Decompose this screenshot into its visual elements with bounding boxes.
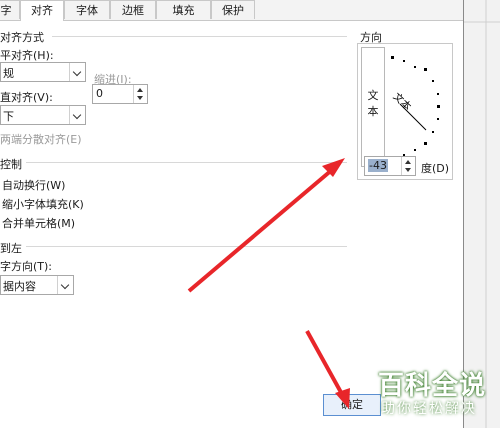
rtl-group-divider: [26, 246, 347, 247]
spin-buttons[interactable]: [133, 85, 147, 103]
vertical-align-select[interactable]: 下: [0, 105, 86, 125]
watermark-subtitle: 助你轻松解决: [381, 401, 477, 417]
vertical-align-value: 下: [3, 110, 14, 123]
spin-down-icon[interactable]: [405, 168, 411, 172]
indent-stepper[interactable]: 0: [92, 84, 148, 104]
tab-bar: 字 对齐 字体 边框 填充 保护: [0, 0, 463, 21]
vertical-align-label: 直对齐(V):: [0, 91, 53, 104]
justify-distributed-checkbox[interactable]: 两端分散对齐(E): [0, 131, 82, 147]
text-control-group-title: 控制: [0, 158, 22, 171]
degree-value: -43: [368, 159, 388, 172]
spin-buttons[interactable]: [401, 157, 415, 175]
dial-dot: [432, 131, 434, 133]
degree-label: 度(D): [421, 162, 450, 175]
watermark-title: 百科全说: [378, 371, 487, 401]
dial-dot: [424, 68, 427, 71]
dial-dot: [437, 118, 439, 120]
orientation-dial[interactable]: 文本: [386, 46, 448, 168]
dial-dot: [414, 66, 416, 68]
rtl-group-title: 到左: [0, 242, 22, 255]
alignment-group-title: 对齐方式: [0, 31, 44, 44]
tab-fill[interactable]: 填充: [156, 0, 211, 19]
chevron-down-icon[interactable]: [69, 106, 85, 124]
text-direction-select[interactable]: 据内容: [0, 275, 74, 295]
spin-up-icon[interactable]: [137, 88, 143, 92]
dial-dot: [403, 60, 405, 62]
tab-number[interactable]: 字: [0, 0, 20, 19]
ok-button[interactable]: 确定: [323, 394, 381, 416]
text-direction-label: 字方向(T):: [0, 260, 53, 273]
vertical-text-label: 文本: [367, 89, 379, 118]
horizontal-align-value: 规: [3, 67, 14, 80]
spin-up-icon[interactable]: [405, 160, 411, 164]
dial-dot: [424, 142, 427, 145]
tab-border[interactable]: 边框: [110, 0, 156, 19]
spin-down-icon[interactable]: [137, 96, 143, 100]
tab-alignment[interactable]: 对齐: [20, 0, 64, 21]
chevron-down-icon[interactable]: [57, 276, 73, 294]
tab-font[interactable]: 字体: [64, 0, 110, 19]
degree-stepper[interactable]: -43: [364, 156, 416, 176]
dial-dot: [391, 56, 394, 59]
tab-protection[interactable]: 保护: [211, 0, 255, 19]
chevron-down-icon[interactable]: [69, 63, 85, 81]
indent-value: 0: [96, 87, 103, 100]
wrap-text-checkbox[interactable]: 自动换行(W): [2, 177, 65, 193]
worksheet-background: [464, 0, 500, 428]
text-direction-value: 据内容: [3, 280, 36, 293]
dial-text: 文本: [391, 90, 414, 113]
horizontal-align-select[interactable]: 规: [0, 62, 86, 82]
dial-dot: [437, 105, 440, 108]
horizontal-align-label: 平对齐(H):: [0, 49, 54, 62]
format-cells-dialog: 字 对齐 字体 边框 填充 保护 对齐方式 平对齐(H): 规 缩进(I): 0…: [0, 0, 464, 428]
vertical-text-box[interactable]: 文本: [361, 47, 385, 167]
dial-dot: [414, 149, 416, 151]
text-control-group-divider: [26, 162, 347, 163]
alignment-group-divider: [52, 36, 347, 37]
dial-dot: [432, 80, 434, 82]
merge-cells-checkbox[interactable]: 合并单元格(M): [2, 215, 75, 231]
shrink-to-fit-checkbox[interactable]: 缩小字体填充(K): [2, 196, 84, 212]
dial-dot: [437, 93, 439, 95]
worksheet-grid: [464, 0, 500, 428]
